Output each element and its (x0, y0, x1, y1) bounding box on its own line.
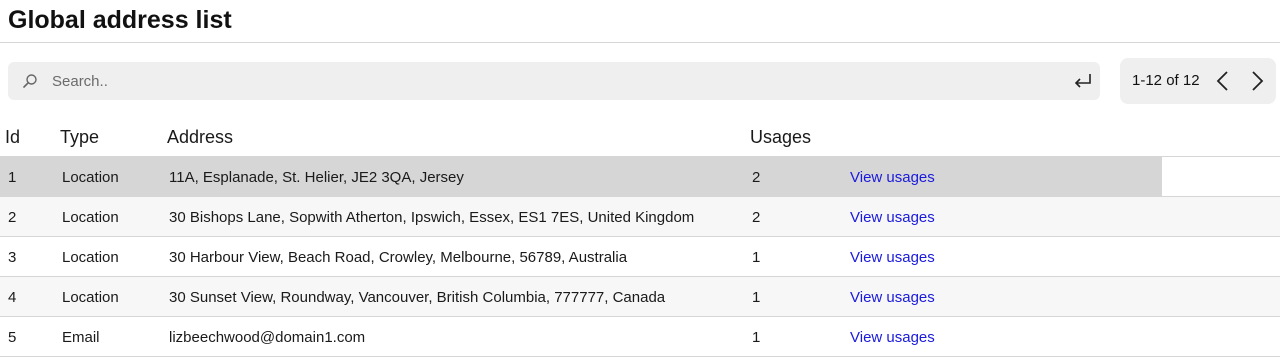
column-header-type[interactable]: Type (60, 127, 99, 148)
cell-address: 30 Bishops Lane, Sopwith Atherton, Ipswi… (169, 209, 695, 226)
search-input[interactable] (52, 62, 1032, 100)
cell-id: 5 (8, 329, 17, 346)
title-bar: Global address list (0, 0, 1280, 43)
column-header-id[interactable]: Id (5, 127, 20, 148)
cell-type: Location (62, 289, 119, 306)
search-row: 1-12 of 12 (8, 58, 1276, 104)
cell-id: 4 (8, 289, 17, 306)
cell-address: 30 Sunset View, Roundway, Vancouver, Bri… (169, 289, 666, 306)
view-usages-link[interactable]: View usages (850, 209, 935, 226)
search-icon (23, 74, 37, 88)
cell-address: 11A, Esplanade, St. Helier, JE2 3QA, Jer… (169, 169, 464, 186)
search-box[interactable] (8, 62, 1100, 100)
table-row[interactable]: 5 Email lizbeechwood@domain1.com 1 View … (0, 317, 1280, 357)
cell-address: lizbeechwood@domain1.com (169, 329, 366, 346)
view-usages-link[interactable]: View usages (850, 329, 935, 346)
cell-usages: 2 (752, 209, 761, 226)
table-row[interactable]: 2 Location 30 Bishops Lane, Sopwith Athe… (0, 197, 1280, 237)
view-usages-link[interactable]: View usages (850, 169, 935, 186)
cell-id: 2 (8, 209, 17, 226)
cell-type: Location (62, 169, 119, 186)
table-row[interactable]: 3 Location 30 Harbour View, Beach Road, … (0, 237, 1280, 277)
table-row[interactable]: 4 Location 30 Sunset View, Roundway, Van… (0, 277, 1280, 317)
cell-id: 3 (8, 249, 17, 266)
view-usages-link[interactable]: View usages (850, 249, 935, 266)
enter-icon[interactable] (1072, 71, 1094, 91)
cell-type: Email (62, 329, 100, 346)
chevron-right-icon[interactable] (1246, 69, 1268, 93)
chevron-left-icon[interactable] (1212, 69, 1234, 93)
cell-address: 30 Harbour View, Beach Road, Crowley, Me… (169, 249, 628, 266)
cell-usages: 2 (752, 169, 761, 186)
address-table: Id Type Address Usages 1 Location 11A, E… (0, 117, 1280, 357)
cell-type: Location (62, 209, 119, 226)
table-row[interactable]: 1 Location 11A, Esplanade, St. Helier, J… (0, 157, 1280, 197)
pagination: 1-12 of 12 (1120, 58, 1276, 104)
cell-usages: 1 (752, 249, 761, 266)
cell-type: Location (62, 249, 119, 266)
table-header: Id Type Address Usages (0, 117, 1280, 157)
page-title: Global address list (8, 6, 232, 34)
view-usages-link[interactable]: View usages (850, 289, 935, 306)
column-header-usages[interactable]: Usages (750, 127, 811, 148)
cell-usages: 1 (752, 329, 761, 346)
cell-usages: 1 (752, 289, 761, 306)
pagination-label: 1-12 of 12 (1132, 72, 1200, 89)
column-header-address[interactable]: Address (167, 127, 233, 148)
cell-id: 1 (8, 169, 17, 186)
